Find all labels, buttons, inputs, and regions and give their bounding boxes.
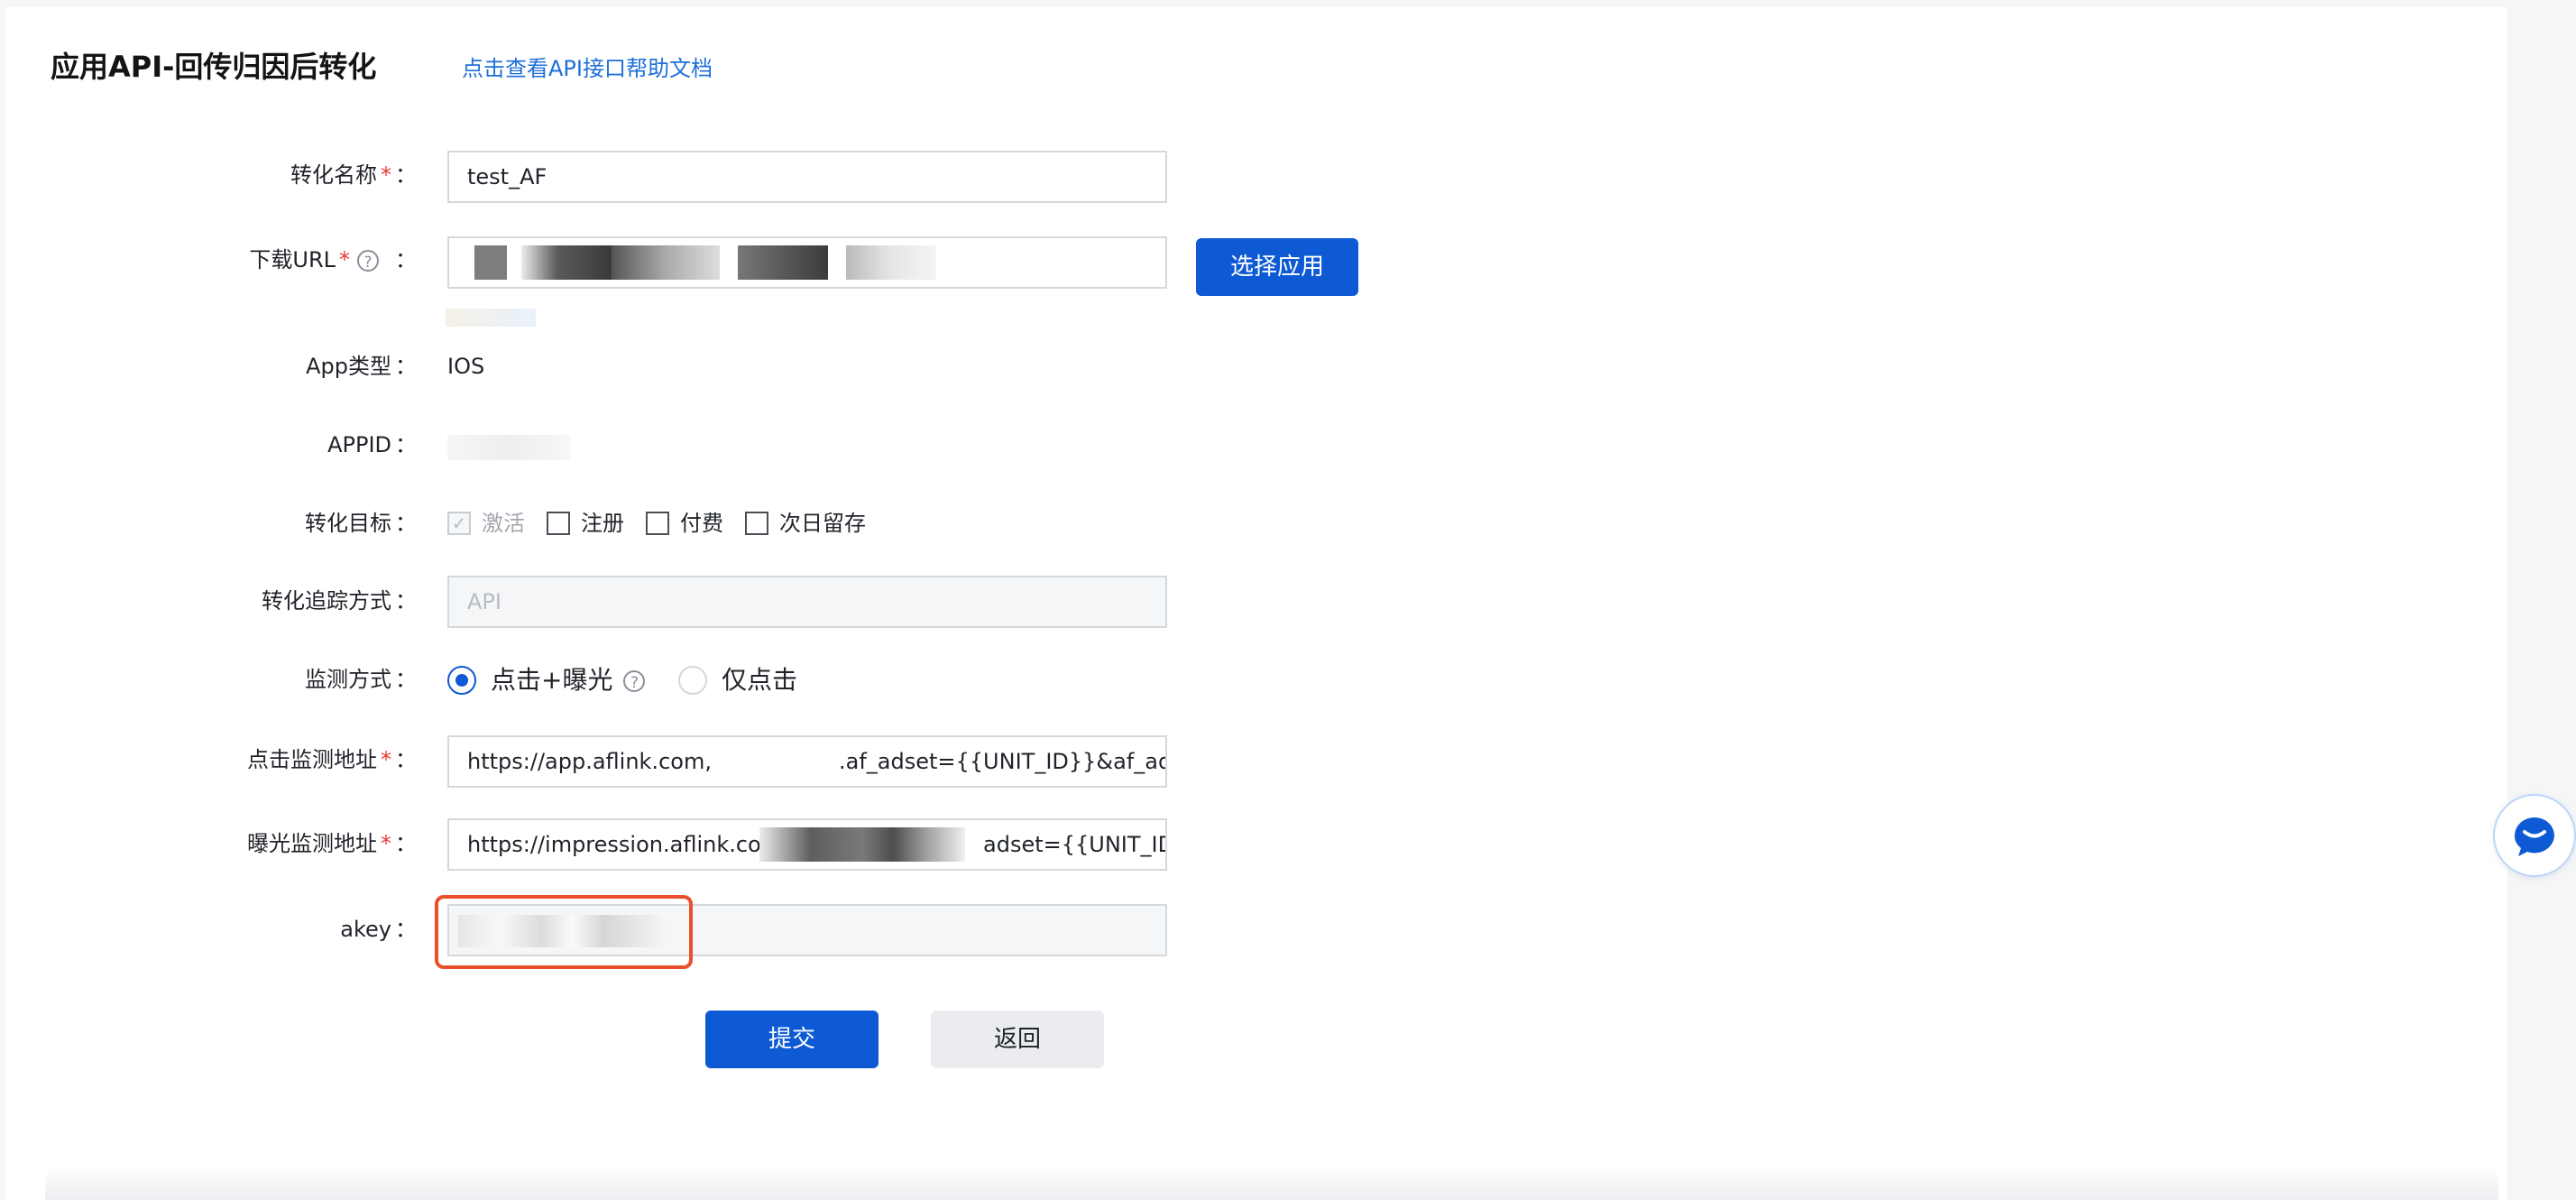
redacted-block: [738, 245, 828, 280]
redacted-block: [846, 245, 936, 280]
monitor-method-label: 监测方式：: [305, 667, 417, 692]
required-mark: *: [381, 162, 391, 188]
redacted-url-hint: [446, 309, 536, 327]
redacted-block: [474, 245, 507, 280]
api-help-link[interactable]: 点击查看API接口帮助文档: [462, 54, 713, 83]
page-title: 应用API-回传归因后转化: [51, 50, 377, 84]
akey-highlight-box: [435, 895, 693, 969]
bottom-panel-edge: [45, 1164, 2498, 1200]
customer-support-button[interactable]: [2493, 794, 2576, 877]
radio-selected[interactable]: [447, 666, 476, 695]
checkbox[interactable]: [646, 512, 669, 535]
conversion-name-label: 转化名称 *：: [290, 162, 417, 188]
checkbox[interactable]: [547, 512, 570, 535]
redacted-block: [521, 245, 612, 280]
download-url-label: 下载URL *?：: [249, 247, 417, 272]
help-icon[interactable]: ?: [357, 250, 379, 272]
redacted-block: [759, 827, 965, 862]
back-button[interactable]: 返回: [931, 1011, 1104, 1068]
chat-bubble-icon: [2514, 817, 2554, 856]
download-url-input[interactable]: [447, 236, 1167, 289]
tracking-method-input: API: [447, 576, 1167, 628]
impression-url-input[interactable]: https://impression.aflink.con adset={{UN…: [447, 818, 1167, 871]
conversion-name-input[interactable]: test_AF: [447, 151, 1167, 203]
required-mark: *: [339, 247, 350, 272]
app-type-value: IOS: [447, 354, 485, 379]
help-icon[interactable]: ?: [623, 670, 646, 692]
akey-label: akey：: [340, 917, 417, 942]
checkbox-checked-disabled: ✓: [447, 512, 471, 535]
checkbox[interactable]: [745, 512, 768, 535]
select-app-button[interactable]: 选择应用: [1196, 238, 1358, 296]
appid-label: APPID：: [327, 432, 417, 457]
submit-button[interactable]: 提交: [705, 1011, 879, 1068]
impression-url-label: 曝光监测地址 *：: [247, 831, 417, 856]
redacted-block: [612, 245, 720, 280]
appid-value-redacted: [447, 435, 570, 460]
required-mark: *: [381, 831, 391, 856]
tracking-method-label: 转化追踪方式：: [262, 588, 417, 614]
click-url-input[interactable]: https://app.aflink.com, .af_adset={{UNIT…: [447, 735, 1167, 788]
conversion-goal-label: 转化目标：: [305, 511, 417, 536]
click-url-label: 点击监测地址 *：: [247, 747, 417, 772]
app-type-label: App类型：: [306, 354, 417, 379]
required-mark: *: [381, 747, 391, 772]
radio[interactable]: [678, 666, 707, 695]
